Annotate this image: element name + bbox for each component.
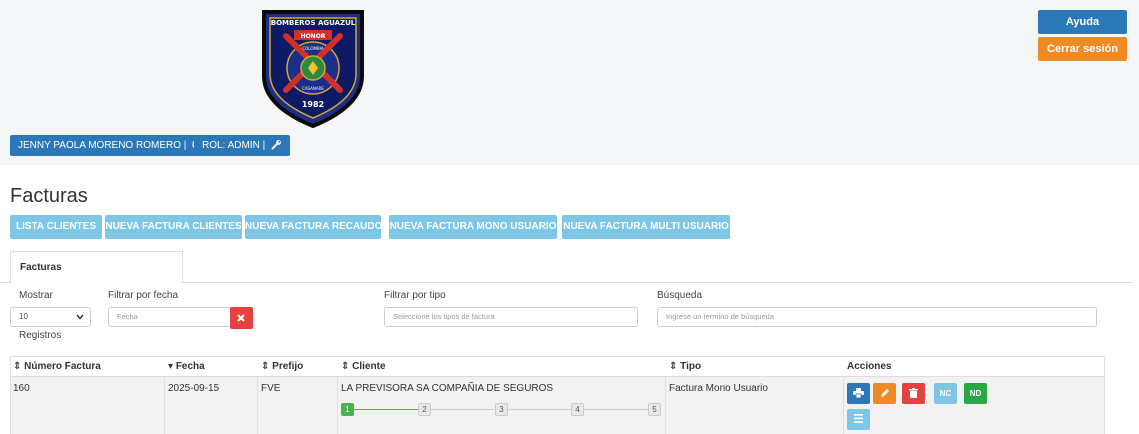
cell-divider: [337, 377, 338, 434]
pencil-icon: [880, 389, 889, 397]
new-invoice-collection-button[interactable]: NUEVA FACTURA RECAUDO: [245, 215, 382, 239]
date-filter-input[interactable]: Fecha: [108, 307, 231, 327]
records-label: Registros: [19, 330, 62, 341]
show-label: Mostrar: [19, 290, 53, 301]
invoices-panel: Facturas LISTA CLIENTES NUEVA FACTURA CL…: [0, 165, 1139, 434]
header-area: BOMBEROS AGUAZUL HONOR COLOMBIA CASANARE…: [0, 0, 1139, 165]
wrench-icon: [271, 140, 281, 150]
new-invoice-multi-user-button[interactable]: NUEVA FACTURA MULTI USUARIO: [562, 215, 730, 239]
print-button[interactable]: [847, 383, 870, 404]
role-button[interactable]: ROL: ADMIN |: [194, 135, 290, 156]
bomberos-aguazul-logo: BOMBEROS AGUAZUL HONOR COLOMBIA CASANARE…: [262, 10, 364, 128]
tab-invoices[interactable]: Facturas: [10, 251, 183, 283]
table-row: 160 2025-09-15 FVE LA PREVISORA SA COMPA…: [11, 377, 1104, 434]
column-header-type[interactable]: ⇕ Tipo: [667, 357, 701, 377]
column-header-date[interactable]: ▾ Fecha: [166, 357, 205, 377]
invoice-progress-stepper: 1 2 3 4 5: [341, 403, 661, 417]
cell-prefix: FVE: [261, 383, 281, 394]
help-button[interactable]: Ayuda: [1038, 10, 1127, 34]
edit-button[interactable]: [873, 383, 896, 404]
details-button[interactable]: [847, 409, 870, 430]
svg-text:1982: 1982: [302, 100, 324, 109]
table-header: ⇕ Número Factura ▾ Fecha ⇕ Prefijo ⇕ Cli…: [11, 357, 1104, 377]
svg-text:BOMBEROS AGUAZUL: BOMBEROS AGUAZUL: [271, 19, 356, 27]
new-invoice-mono-user-button[interactable]: NUEVA FACTURA MONO USUARIO: [389, 215, 557, 239]
trash-icon: [909, 388, 918, 398]
page-title: Facturas: [10, 185, 88, 207]
tab-divider: [0, 282, 10, 283]
date-filter-label: Filtrar por fecha: [108, 290, 179, 301]
column-header-prefix[interactable]: ⇕ Prefijo: [259, 357, 303, 377]
cell-divider: [164, 377, 165, 434]
clear-date-button[interactable]: [230, 307, 253, 329]
close-icon: [237, 314, 245, 322]
search-input[interactable]: Ingrese un termino de búsqueda: [657, 307, 1097, 327]
svg-text:CASANARE: CASANARE: [302, 86, 324, 91]
delete-button[interactable]: [902, 383, 925, 404]
step-connector: [507, 409, 571, 410]
chevron-down-icon: [76, 314, 84, 320]
step-connector: [584, 409, 648, 410]
invoices-table: ⇕ Número Factura ▾ Fecha ⇕ Prefijo ⇕ Cli…: [10, 356, 1105, 434]
cell-number: 160: [13, 383, 30, 394]
search-label: Búsqueda: [657, 290, 703, 301]
logout-button[interactable]: Cerrar sesión: [1038, 37, 1127, 61]
step-connector: [430, 409, 494, 410]
column-header-number[interactable]: ⇕ Número Factura: [11, 357, 101, 377]
column-header-client[interactable]: ⇕ Cliente: [339, 357, 386, 377]
cell-type: Factura Mono Usuario: [669, 383, 768, 394]
step-5[interactable]: 5: [648, 403, 661, 416]
step-1[interactable]: 1: [341, 403, 354, 416]
step-connector: [354, 409, 418, 410]
role-label: ROL: ADMIN |: [202, 140, 266, 151]
user-name-label: JENNY PAOLA MORENO ROMERO |: [18, 140, 187, 151]
step-4[interactable]: 4: [571, 403, 584, 416]
step-2[interactable]: 2: [418, 403, 431, 416]
column-header-actions: Acciones: [847, 361, 892, 372]
new-invoice-clients-button[interactable]: NUEVA FACTURA CLIENTES: [105, 215, 242, 239]
type-filter-label: Filtrar por tipo: [384, 290, 446, 301]
list-icon: [854, 414, 863, 423]
cell-divider: [665, 377, 666, 434]
user-name-button[interactable]: JENNY PAOLA MORENO ROMERO |: [10, 135, 212, 156]
svg-text:HONOR: HONOR: [301, 33, 326, 40]
printer-icon: [853, 388, 864, 399]
svg-text:COLOMBIA: COLOMBIA: [302, 46, 324, 51]
cell-divider: [843, 377, 844, 434]
cell-date: 2025-09-15: [168, 383, 220, 394]
cell-divider: [257, 377, 258, 434]
debit-note-button[interactable]: ND: [964, 383, 987, 404]
page-size-value: 10: [19, 312, 28, 321]
page-size-select[interactable]: 10: [10, 307, 91, 327]
type-filter-input[interactable]: Seleccione los tipos de factura: [384, 307, 638, 327]
credit-note-button[interactable]: NC: [934, 383, 957, 404]
list-clients-button[interactable]: LISTA CLIENTES: [10, 215, 102, 239]
tab-divider: [183, 282, 1133, 283]
step-3[interactable]: 3: [495, 403, 508, 416]
